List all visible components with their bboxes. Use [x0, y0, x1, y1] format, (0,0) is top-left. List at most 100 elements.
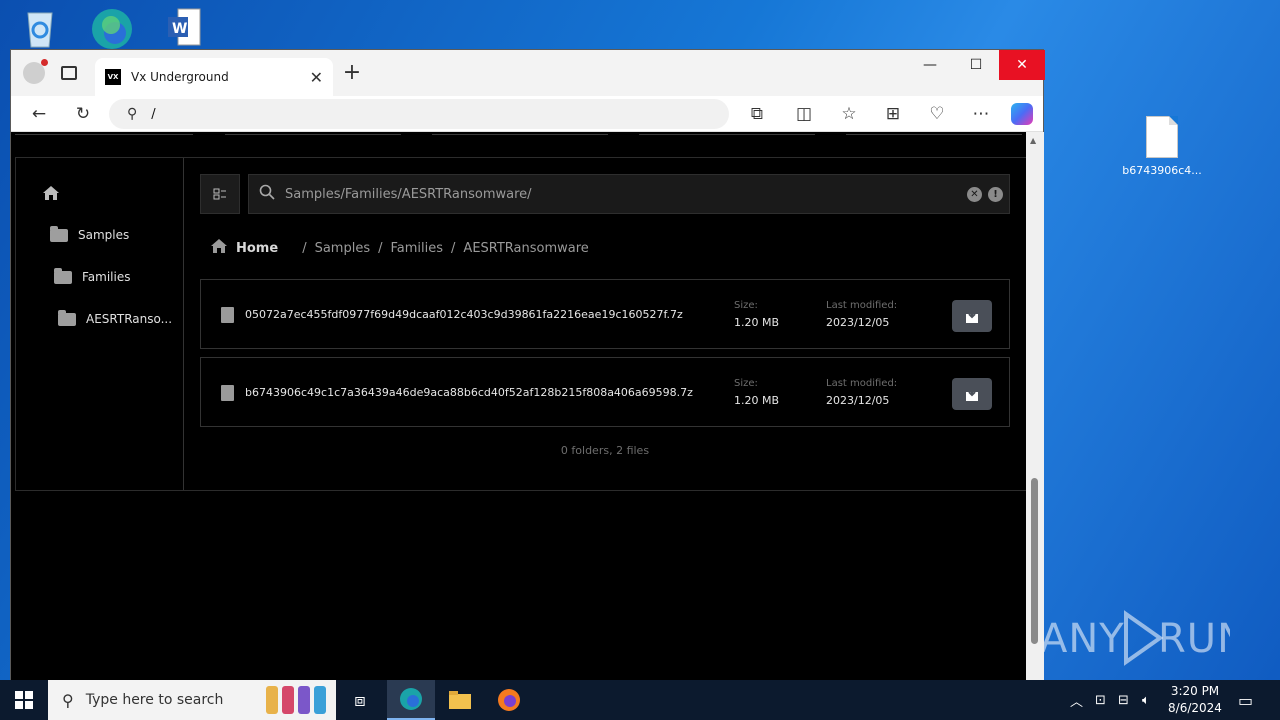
windows-icon [15, 691, 33, 709]
more-menu-icon[interactable]: ⋯ [969, 102, 993, 126]
file-name[interactable]: 05072a7ec455fdf0977f69d49dcaaf012c403c9d… [245, 308, 683, 321]
minimize-button[interactable]: — [907, 50, 953, 80]
watermark-logo: ANY RUN [1040, 608, 1230, 668]
browser-window: VX Vx Underground ✕ + — ☐ ✕ ← ↻ ⚲ / ⧉ ◫ … [10, 49, 1045, 698]
sidebar-item-label: Samples [78, 228, 130, 242]
taskbar-search-placeholder: Type here to search [85, 692, 224, 708]
system-clock[interactable]: 3:20 PM 8/6/2024 [1162, 683, 1228, 717]
new-tab-button[interactable]: + [341, 62, 363, 84]
folder-icon [54, 267, 72, 284]
page-scrollbar[interactable]: ▲ [1026, 132, 1044, 698]
address-bar[interactable]: ⚲ / [109, 99, 729, 129]
breadcrumb-aesrtransomware[interactable]: AESRTRansomware [463, 241, 588, 256]
tab-actions-icon[interactable] [61, 66, 77, 80]
profile-icon[interactable] [23, 59, 48, 84]
search-input[interactable]: Samples/Families/AESRTRansomware/ [285, 187, 967, 202]
edge-taskbar-icon[interactable] [387, 680, 435, 720]
size-value: 1.20 MB [734, 394, 780, 407]
breadcrumb-samples[interactable]: Samples [315, 241, 371, 256]
file-row[interactable]: 05072a7ec455fdf0977f69d49dcaaf012c403c9d… [200, 279, 1010, 349]
search-icon: ⚲ [62, 690, 74, 710]
tab-vx-underground[interactable]: VX Vx Underground ✕ [95, 58, 333, 96]
recycle-bin-icon[interactable] [10, 4, 70, 50]
extensions-icon[interactable]: ⧉ [745, 102, 769, 126]
clear-icon[interactable]: ✕ [967, 186, 982, 202]
search-icon [259, 184, 275, 204]
path-search-field[interactable]: Samples/Families/AESRTRansomware/ ✕ ! [248, 174, 1010, 214]
info-icon[interactable]: ! [988, 186, 1003, 202]
breadcrumb-separator: / [302, 240, 307, 256]
folder-icon [50, 225, 68, 242]
title-bar: VX Vx Underground ✕ + — ☐ ✕ [11, 50, 1045, 96]
copilot-icon[interactable] [1011, 103, 1033, 125]
meet-now-icon[interactable]: ⊡ [1095, 680, 1106, 720]
breadcrumb: Home / Samples / Families / AESRTRansomw… [210, 238, 589, 258]
file-icon [221, 385, 234, 401]
start-button[interactable] [0, 680, 48, 720]
sidebar-item-families[interactable]: Families [54, 267, 131, 284]
main-panel: Samples/Families/AESRTRansomware/ ✕ ! Ho… [200, 158, 1020, 490]
desktop-file-icon[interactable]: b6743906c4... [1122, 116, 1202, 177]
scroll-up-icon[interactable]: ▲ [1030, 136, 1036, 145]
search-icon: ⚲ [127, 106, 138, 122]
home-icon[interactable] [210, 238, 228, 258]
edge-desktop-icon[interactable] [82, 4, 142, 50]
taskbar-search[interactable]: ⚲ Type here to search [48, 680, 336, 720]
top-nav-tab[interactable] [639, 132, 815, 135]
maximize-button[interactable]: ☐ [953, 50, 999, 80]
scrollbar-thumb[interactable] [1031, 478, 1038, 644]
task-view-icon[interactable]: ⧈ [336, 680, 384, 720]
word-desktop-icon[interactable]: W [154, 4, 214, 50]
home-icon[interactable] [42, 184, 60, 202]
browser-essentials-icon[interactable]: ♡ [925, 102, 949, 126]
file-browser: Samples Families AESRTRanso... Samples/F… [15, 157, 1026, 491]
top-nav-tab[interactable] [15, 132, 193, 135]
taskbar: ⚲ Type here to search ⧈ ︿ ⊡ ⊟ 🔈︎ 3:20 PM… [0, 680, 1280, 720]
firefox-icon[interactable] [485, 680, 533, 720]
size-value: 1.20 MB [734, 316, 780, 329]
folder-icon [58, 309, 76, 326]
folder-summary: 0 folders, 2 files [560, 444, 650, 457]
back-icon[interactable]: ← [27, 102, 51, 126]
modified-value: 2023/12/05 [826, 394, 890, 407]
tab-title: Vx Underground [131, 70, 229, 84]
file-row[interactable]: b6743906c49c1c7a36439a46de9aca88b6cd40f5… [200, 357, 1010, 427]
close-tab-icon[interactable]: ✕ [310, 68, 323, 87]
breadcrumb-families[interactable]: Families [391, 241, 444, 256]
breadcrumb-separator: / [451, 240, 456, 256]
top-nav-tab[interactable] [846, 132, 1022, 135]
breadcrumb-home[interactable]: Home [236, 241, 278, 256]
download-button[interactable] [952, 300, 992, 332]
breadcrumb-separator: / [378, 240, 383, 256]
top-nav-tab[interactable] [432, 132, 608, 135]
file-name[interactable]: b6743906c49c1c7a36439a46de9aca88b6cd40f5… [245, 386, 693, 399]
split-screen-icon[interactable]: ◫ [792, 102, 816, 126]
download-button[interactable] [952, 378, 992, 410]
close-window-button[interactable]: ✕ [999, 50, 1045, 80]
show-hidden-icons[interactable]: ︿ [1070, 680, 1083, 720]
view-toggle-icon [213, 188, 226, 200]
sidebar-item-samples[interactable]: Samples [50, 225, 130, 242]
file-explorer-icon[interactable] [436, 680, 484, 720]
download-icon [966, 387, 978, 401]
svg-text:ANY: ANY [1040, 616, 1125, 662]
file-icon [1146, 116, 1178, 158]
svg-text:RUN: RUN [1158, 616, 1230, 662]
address-text: / [151, 106, 156, 122]
view-toggle-button[interactable] [200, 174, 240, 214]
collections-icon[interactable]: ⊞ [881, 102, 905, 126]
top-nav-strip [11, 132, 1026, 158]
favorites-icon[interactable]: ☆ [837, 102, 861, 126]
sidebar-item-aesrtransomware[interactable]: AESRTRanso... [58, 309, 172, 326]
refresh-icon[interactable]: ↻ [71, 102, 95, 126]
notifications-icon[interactable]: ▭ [1238, 680, 1253, 720]
volume-icon[interactable]: 🔈︎ [1142, 680, 1150, 720]
top-nav-tab[interactable] [225, 132, 401, 135]
search-highlight-icon [266, 686, 328, 714]
modified-label: Last modified: [826, 300, 898, 311]
desktop-file-label: b6743906c4... [1122, 164, 1202, 177]
size-label: Size: [734, 378, 758, 389]
network-icon[interactable]: ⊟ [1118, 680, 1129, 720]
sidebar-item-label: Families [82, 270, 131, 284]
clock-date: 8/6/2024 [1168, 701, 1222, 715]
